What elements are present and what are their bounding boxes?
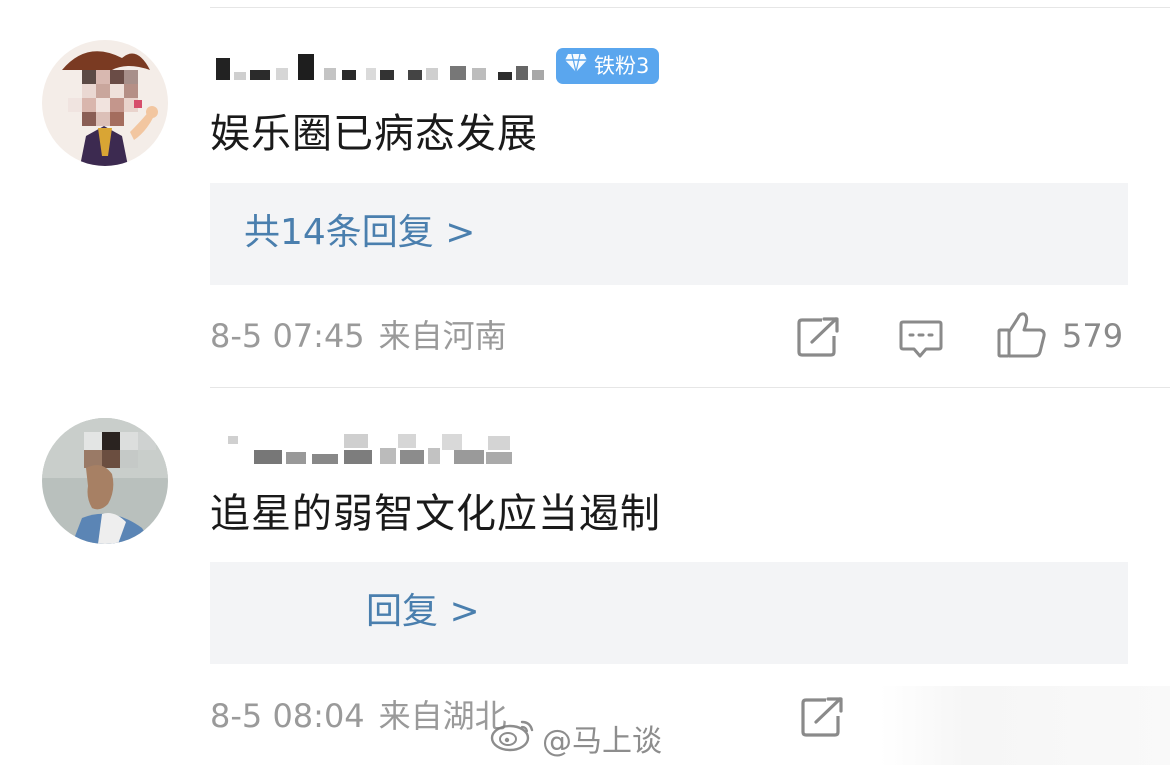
- weibo-logo-icon: [490, 716, 542, 760]
- comment-location: 来自湖北: [378, 697, 507, 735]
- comment-list: 铁粉3 娱乐圈已病态发展 共14条回复 > 8-5 07:45 来自河南 579…: [0, 0, 1170, 765]
- avatar[interactable]: [42, 40, 168, 166]
- like-count: 579: [1062, 317, 1124, 355]
- view-replies-link[interactable]: 回复 >: [366, 592, 480, 632]
- comment-meta: 8-5 07:45 来自河南: [210, 320, 507, 352]
- comment-location: 来自河南: [378, 317, 507, 355]
- diamond-icon: [564, 48, 588, 84]
- watermark: @马上谈: [490, 716, 662, 760]
- divider: [210, 7, 1170, 8]
- replies-box[interactable]: 回复 >: [210, 562, 1128, 664]
- comment-date: 8-5 08:04: [210, 697, 365, 735]
- share-icon[interactable]: [796, 316, 842, 362]
- comment-reply-icon[interactable]: [898, 318, 944, 364]
- comment-meta: 8-5 08:04 来自湖北: [210, 700, 507, 732]
- blurred-region: [880, 686, 1170, 765]
- username-blurred[interactable]: [228, 428, 518, 468]
- username-blurred[interactable]: [214, 44, 554, 84]
- view-replies-link[interactable]: 共14条回复 >: [244, 213, 475, 253]
- comment-text: 追星的弱智文化应当遏制: [210, 491, 661, 537]
- fan-badge[interactable]: 铁粉3: [556, 48, 660, 84]
- comment-date: 8-5 07:45: [210, 317, 365, 355]
- share-icon[interactable]: [800, 696, 846, 742]
- badge-label: 铁粉3: [594, 54, 650, 78]
- divider: [210, 387, 1170, 388]
- replies-box[interactable]: 共14条回复 >: [210, 183, 1128, 285]
- watermark-text: @马上谈: [542, 724, 662, 759]
- like-icon[interactable]: [996, 310, 1048, 364]
- avatar[interactable]: [42, 418, 168, 544]
- comment-text: 娱乐圈已病态发展: [210, 111, 538, 157]
